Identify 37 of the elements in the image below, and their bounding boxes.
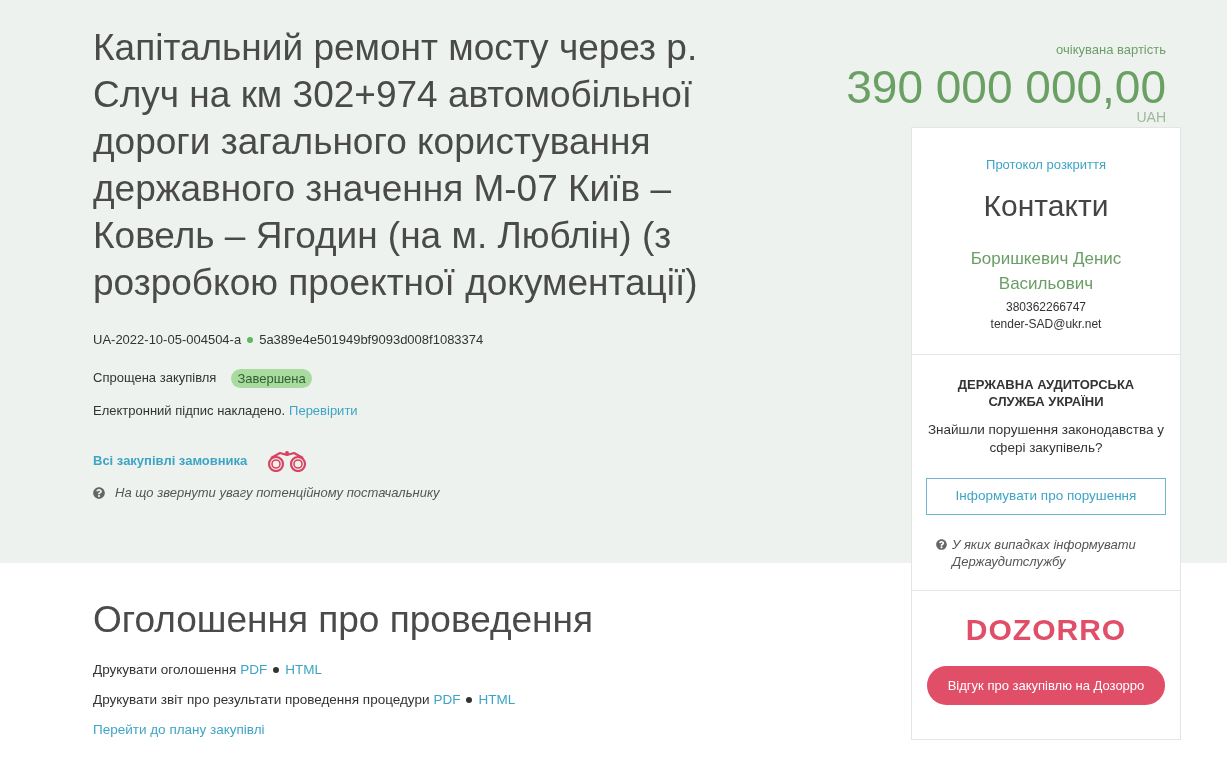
bullet-icon: [247, 337, 254, 343]
print-format-link[interactable]: HTML: [478, 690, 516, 710]
procurement-plan-link[interactable]: Перейти до плану закупівлі: [93, 720, 265, 740]
protocol-link[interactable]: Протокол розкриття: [986, 155, 1106, 175]
print-format-link[interactable]: PDF: [433, 690, 461, 710]
budget-label: очікувана вартість: [1056, 41, 1166, 59]
supplier-hint[interactable]: На що звернути увагу потенційному постачальнику: [115, 483, 440, 503]
help-icon: [93, 487, 105, 499]
tender-title: Капітальний ремонт мосту через р. Случ на км 302+974 автомобільної дороги загального користування державного значення М-07 Київ – Ковель – Ягодин (на м. Люблін) (з розробкою проектної документації): [93, 26, 699, 305]
audit-hint[interactable]: У яких випадках інформувати Держаудитслужбу: [952, 536, 1166, 570]
contacts-heading: Контакти: [983, 188, 1109, 224]
signature-text: Електронний підпис накладено.: [93, 402, 286, 420]
procedure-type: Спрощена закупівля: [93, 369, 217, 387]
contact-email: tender-SAD@ukr.net: [990, 316, 1102, 333]
contact-name: Боришкевич Денис Васильович: [969, 248, 1123, 295]
review-button[interactable]: Відгук про закупівлю на Дозорро: [927, 666, 1165, 705]
currency: UAH: [1136, 109, 1166, 125]
violation-question: Знайшли порушення законодавства у сфері закупівель?: [926, 421, 1166, 457]
bullet-icon: [466, 697, 473, 703]
report-violation-button[interactable]: Інформувати про порушення: [926, 478, 1166, 515]
tender-hash: 5a389e4e501949bf9093d008f1083374: [259, 331, 484, 349]
print-label: Друкувати звіт про результати проведення процедури: [93, 691, 430, 709]
section-heading: Оголошення про проведення: [93, 598, 594, 642]
bullet-icon: [273, 667, 280, 673]
audit-service-title: ДЕРЖАВНА АУДИТОРСЬКА СЛУЖБА УКРАЇНИ: [956, 376, 1136, 410]
status-badge: Завершена: [231, 368, 312, 388]
tender-id: UA-2022-10-05-004504-a: [93, 331, 242, 349]
customer-tenders-link[interactable]: Всі закупівлі замовника: [93, 451, 248, 471]
binoculars-icon: [266, 450, 309, 472]
budget-amount: 390 000 000,00: [846, 63, 1166, 111]
verify-link[interactable]: Перевірити: [289, 401, 358, 421]
contact-phone: 380362266747: [1005, 299, 1087, 316]
print-format-link[interactable]: PDF: [240, 660, 268, 680]
logo: DOZORRO: [965, 615, 1127, 645]
print-format-link[interactable]: HTML: [285, 660, 322, 680]
help-icon: [936, 539, 947, 550]
print-label: Друкувати оголошення: [93, 661, 237, 679]
